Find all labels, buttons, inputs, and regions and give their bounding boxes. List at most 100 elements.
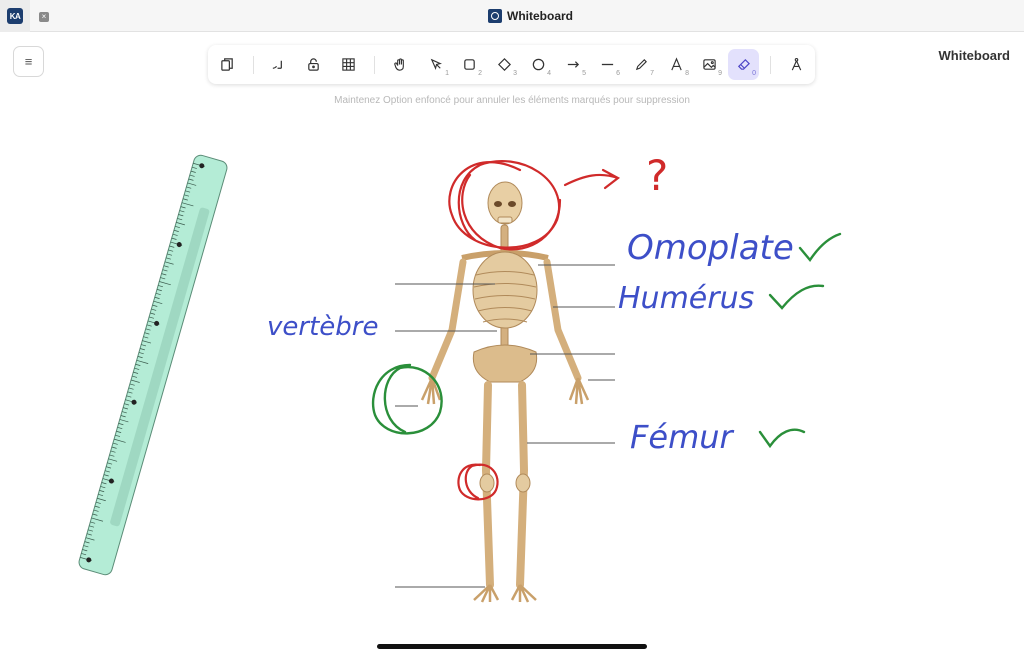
ka-logo-icon: KA — [7, 8, 23, 24]
ruler-tick — [109, 454, 115, 457]
ruler-tick — [158, 285, 164, 288]
ellipse-tool-button[interactable]: 4 — [523, 49, 554, 80]
ruler-tick — [94, 505, 100, 508]
eraser-icon — [737, 58, 750, 70]
ruler-tick — [102, 478, 115, 483]
ruler[interactable] — [77, 154, 228, 577]
label-vertebre[interactable]: vertèbre — [267, 312, 378, 342]
selection-tool-button[interactable]: 1 — [421, 49, 452, 80]
rectangle-tool-button[interactable]: 2 — [454, 49, 485, 80]
checkmark-femur — [758, 428, 806, 449]
ruler-tick — [119, 419, 129, 423]
ruler-tick — [187, 182, 197, 186]
diamond-tool-button[interactable]: 3 — [489, 49, 520, 80]
toolbar-divider — [253, 56, 254, 74]
image-tool-button[interactable]: 9 — [694, 49, 725, 80]
ruler-tick — [80, 557, 92, 562]
arrow-annotation — [563, 168, 621, 190]
ruler-tick — [85, 537, 95, 541]
ruler-tick — [167, 253, 173, 256]
ruler-tick — [163, 265, 169, 268]
ruler-tick — [116, 430, 122, 433]
ruler-tick — [124, 403, 130, 406]
pointer-icon — [430, 58, 442, 70]
ruler-tick — [155, 292, 161, 296]
ruler-tick — [177, 218, 183, 221]
label-omoplate[interactable]: Omoplate — [627, 228, 794, 268]
app-icon — [488, 9, 502, 23]
toolbar-divider — [374, 56, 375, 74]
whiteboard-app: KA × Whiteboard ? Omoplate Humérus vertè… — [0, 0, 1024, 656]
eraser-tool-button[interactable]: 0 — [728, 49, 759, 80]
shortcut-key: 5 — [582, 70, 586, 77]
ruler-tick — [174, 225, 180, 229]
ruler-tick — [188, 178, 194, 181]
scribble-button[interactable] — [263, 49, 294, 80]
label-humerus[interactable]: Humérus — [618, 281, 754, 316]
ruler-tick — [148, 316, 154, 319]
label-femur[interactable]: Fémur — [630, 418, 733, 456]
ruler-tick — [103, 474, 109, 477]
lock-button[interactable] — [298, 49, 329, 80]
close-tab-icon[interactable]: × — [39, 12, 49, 22]
head-circle — [448, 159, 561, 249]
grid-icon — [342, 58, 355, 71]
ruler-tick — [101, 482, 107, 485]
line-tool-button[interactable]: 6 — [592, 49, 623, 80]
ruler-tick — [108, 458, 118, 462]
text-tool-button[interactable]: 8 — [661, 49, 692, 80]
ruler-tick — [178, 214, 184, 217]
ruler-tick — [130, 379, 140, 383]
ruler-tick — [95, 501, 101, 504]
unlock-icon — [308, 58, 319, 71]
arrow-tool-button[interactable]: 5 — [558, 49, 589, 80]
ruler-tick — [170, 241, 183, 246]
ruler-tick — [104, 470, 110, 473]
shortcut-key: 0 — [752, 70, 756, 77]
app-tab[interactable]: KA — [0, 0, 30, 32]
red-ink[interactable] — [448, 159, 621, 501]
extra-tools-button[interactable] — [781, 49, 812, 80]
compass-icon — [791, 58, 802, 71]
ruler-tick — [98, 493, 104, 497]
ellipse-icon — [532, 58, 545, 71]
draw-tool-button[interactable]: 7 — [626, 49, 657, 80]
library-icon — [221, 58, 233, 71]
rectangle-icon — [464, 59, 475, 70]
ruler-tick — [132, 375, 138, 378]
ruler-tick — [161, 273, 167, 276]
skeleton-image[interactable] — [420, 181, 590, 603]
ruler-tick — [127, 391, 133, 394]
ruler-tick — [89, 525, 95, 528]
toolbar: 1 2 3 4 5 6 7 8 9 0 — [208, 45, 815, 84]
ruler-tick — [129, 383, 135, 386]
ruler-tick — [180, 206, 186, 209]
ruler-tick — [162, 269, 168, 272]
ruler-tick — [181, 202, 194, 207]
checkmark-omoplate — [798, 232, 842, 263]
ruler-tick — [141, 344, 147, 347]
ruler-marker — [86, 557, 92, 563]
ruler-tick — [100, 486, 106, 489]
ruler-tick — [87, 529, 93, 532]
ruler-tick — [90, 521, 96, 524]
ruler-tick — [91, 517, 104, 522]
ruler-tick — [190, 170, 196, 173]
pencil-icon — [635, 59, 647, 71]
ruler-tick — [125, 399, 137, 404]
home-indicator[interactable] — [377, 644, 647, 649]
ruler-tick — [143, 336, 149, 339]
ruler-tick — [84, 541, 90, 544]
grid-button[interactable] — [333, 49, 364, 80]
main-menu-button[interactable]: ≡ — [13, 46, 44, 77]
shortcut-key: 1 — [445, 70, 449, 77]
ruler-tick — [128, 387, 134, 390]
ruler-tick — [153, 300, 163, 305]
ruler-tick — [117, 426, 123, 430]
ruler-tick — [145, 328, 151, 331]
checkmark-humerus — [768, 284, 825, 310]
shortcut-key: 7 — [650, 70, 654, 77]
library-button[interactable] — [212, 49, 243, 80]
hand-tool-button[interactable] — [385, 49, 416, 80]
ruler-tick — [99, 490, 105, 493]
